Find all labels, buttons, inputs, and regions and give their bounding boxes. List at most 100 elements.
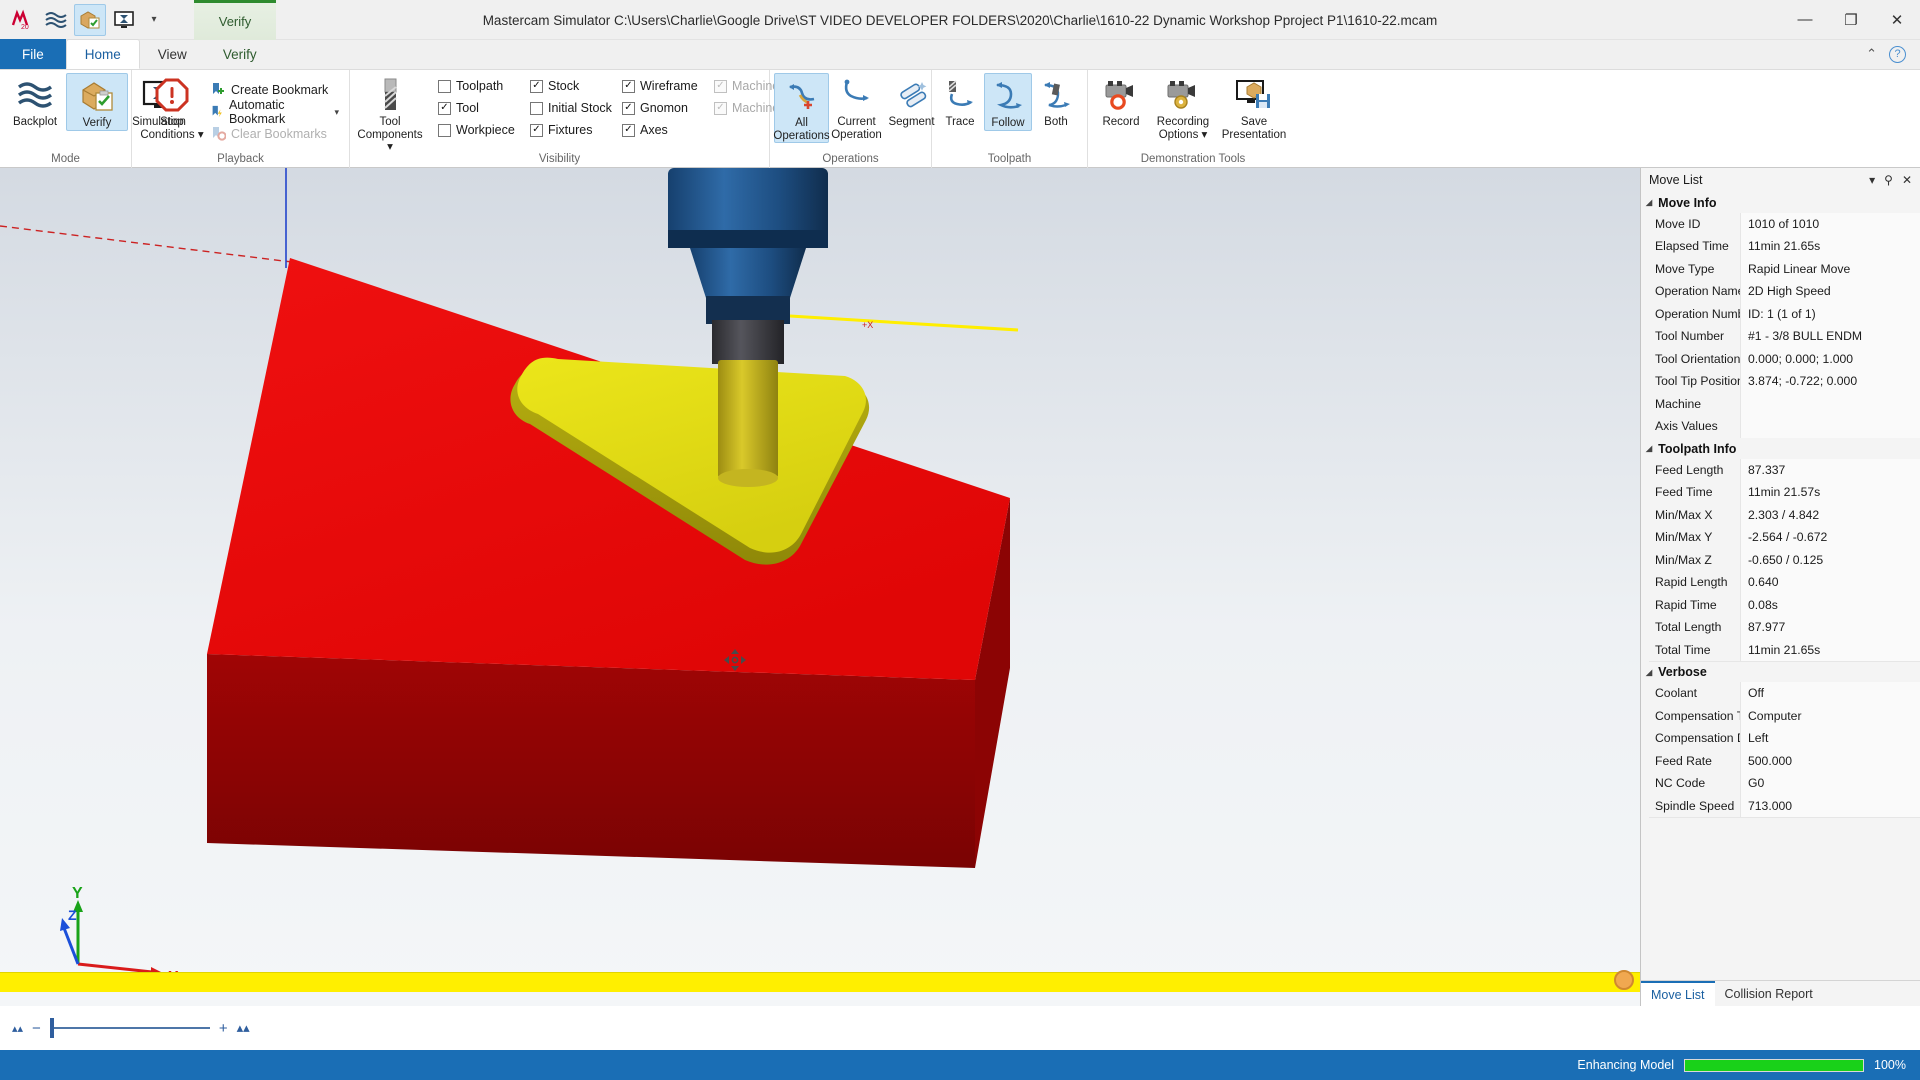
mastercam-logo-icon[interactable]: 20	[6, 4, 38, 36]
verify-button[interactable]: Verify	[66, 73, 128, 131]
table-row[interactable]: Axis Values	[1649, 415, 1920, 438]
section-collapse-icon-verbose[interactable]: ◢	[1646, 668, 1652, 677]
table-row[interactable]: Feed Time 11min 21.57s	[1649, 481, 1920, 504]
checkbox-tool-box[interactable]: ✓	[438, 101, 451, 115]
zoom-slider-track[interactable]	[49, 1018, 210, 1038]
table-row[interactable]: Rapid Length 0.640	[1649, 571, 1920, 594]
table-row[interactable]: Min/Max X 2.303 / 4.842	[1649, 503, 1920, 527]
table-row[interactable]: Operation Numb ID: 1 (1 of 1)	[1649, 302, 1920, 326]
tab-home[interactable]: Home	[65, 39, 140, 69]
checkbox-stock[interactable]: ✓ Stock	[530, 75, 622, 97]
checkbox-stock-box[interactable]: ✓	[530, 79, 543, 93]
table-row[interactable]: Operation Name 2D High Speed	[1649, 280, 1920, 303]
table-row[interactable]: Feed Length 87.337	[1649, 458, 1920, 482]
simulation-viewport[interactable]: +X Y X Z Performance	[0, 168, 1640, 1006]
simulation-timeline-bar[interactable]	[0, 972, 1640, 992]
row-value: 0.640	[1741, 571, 1920, 594]
tab-move-list[interactable]: Move List	[1641, 981, 1715, 1006]
zoom-increase-button[interactable]: +	[219, 1020, 228, 1037]
checkbox-wireframe-box[interactable]: ✓	[622, 79, 635, 93]
zoom-out-small-icon[interactable]: ▴▴	[12, 1022, 23, 1035]
stop-conditions-button[interactable]: Stop Conditions ▾	[136, 73, 208, 141]
table-row[interactable]: Tool Number #1 - 3/8 BULL ENDM	[1649, 325, 1920, 348]
automatic-bookmark-button[interactable]: Automatic Bookmark ▾	[208, 98, 345, 126]
checkbox-workpiece-box[interactable]	[438, 123, 451, 137]
both-button[interactable]: Both	[1032, 73, 1080, 129]
minimize-button[interactable]: —	[1782, 0, 1828, 40]
zoom-slider-group[interactable]: ▴▴ − + ▴▴	[0, 1018, 250, 1038]
collapse-ribbon-icon[interactable]: ⌃	[1866, 46, 1877, 62]
section-header-move-info[interactable]: ◢ Move Info	[1641, 192, 1920, 213]
table-row[interactable]: Rapid Time 0.08s	[1649, 593, 1920, 617]
trace-button[interactable]: Trace	[936, 73, 984, 129]
maximize-button[interactable]: ❐	[1828, 0, 1874, 40]
table-row[interactable]: Compensation Ty Computer	[1649, 704, 1920, 728]
checkbox-tool[interactable]: ✓ Tool	[438, 97, 530, 119]
segment-label: Segment	[888, 116, 935, 128]
section-collapse-icon-move-info[interactable]: ◢	[1646, 198, 1652, 207]
table-row[interactable]: Compensation D Left	[1649, 727, 1920, 750]
panel-menu-icon[interactable]: ▾	[1869, 173, 1875, 187]
close-button[interactable]: ✕	[1874, 0, 1920, 40]
automatic-bookmark-dropdown-icon[interactable]: ▾	[334, 107, 339, 118]
table-row[interactable]: Move ID 1010 of 1010	[1649, 212, 1920, 236]
table-row[interactable]: Coolant Off	[1649, 682, 1920, 705]
table-row[interactable]: Spindle Speed 713.000	[1649, 794, 1920, 818]
table-row[interactable]: Min/Max Y -2.564 / -0.672	[1649, 526, 1920, 549]
checkbox-axes-box[interactable]: ✓	[622, 123, 635, 137]
table-row[interactable]: Feed Rate 500.000	[1649, 749, 1920, 773]
checkbox-gnomon-box[interactable]: ✓	[622, 101, 635, 115]
all-operations-button[interactable]: All Operations	[773, 73, 830, 143]
table-row[interactable]: Total Time 11min 21.65s	[1649, 638, 1920, 662]
checkbox-axes[interactable]: ✓ Axes	[622, 119, 714, 141]
table-row[interactable]: Tool Tip Position 3.874; -0.722; 0.000	[1649, 370, 1920, 393]
current-operation-icon	[839, 77, 875, 113]
table-row[interactable]: Machine	[1649, 392, 1920, 416]
section-header-toolpath-info[interactable]: ◢ Toolpath Info	[1641, 438, 1920, 459]
verify-icon[interactable]	[74, 3, 106, 36]
table-row[interactable]: Elapsed Time 11min 21.65s	[1649, 235, 1920, 258]
checkbox-gnomon[interactable]: ✓ Gnomon	[622, 97, 714, 119]
table-row[interactable]: Min/Max Z -0.650 / 0.125	[1649, 548, 1920, 572]
table-row[interactable]: Total Length 87.977	[1649, 616, 1920, 639]
zoom-decrease-button[interactable]: −	[32, 1020, 41, 1037]
move-list-content[interactable]: ◢ Move Info Move ID 1010 of 1010 Elapsed …	[1641, 192, 1920, 980]
checkbox-initial-stock[interactable]: Initial Stock	[530, 97, 622, 119]
help-icon[interactable]: ?	[1889, 45, 1906, 63]
section-collapse-icon-toolpath-info[interactable]: ◢	[1646, 444, 1652, 453]
backplot-icon[interactable]	[40, 4, 72, 36]
simulation-icon[interactable]	[108, 4, 140, 36]
stock-front-face	[207, 654, 975, 868]
tab-collision-report[interactable]: Collision Report	[1715, 981, 1823, 1006]
follow-button[interactable]: Follow	[984, 73, 1032, 131]
tab-verify[interactable]: Verify	[205, 39, 275, 69]
checkbox-workpiece[interactable]: Workpiece	[438, 119, 530, 141]
checkbox-fixtures[interactable]: ✓ Fixtures	[530, 119, 622, 141]
panel-close-icon[interactable]: ✕	[1902, 173, 1912, 187]
simulation-timeline-handle[interactable]	[1614, 970, 1634, 990]
backplot-button[interactable]: Backplot	[4, 73, 66, 129]
customize-qat-icon[interactable]: ▾	[142, 4, 166, 36]
segment-button[interactable]: Segment	[884, 73, 939, 129]
record-button[interactable]: Record	[1092, 73, 1150, 129]
create-bookmark-icon	[213, 83, 224, 94]
checkbox-wireframe[interactable]: ✓ Wireframe	[622, 75, 714, 97]
panel-pin-icon[interactable]: ⚲	[1884, 173, 1893, 187]
table-row[interactable]: Tool Orientation 0.000; 0.000; 1.000	[1649, 347, 1920, 371]
current-operation-button[interactable]: Current Operation	[829, 73, 884, 141]
tab-view[interactable]: View	[140, 39, 205, 69]
table-row[interactable]: Move Type Rapid Linear Move	[1649, 257, 1920, 281]
tab-file[interactable]: File	[0, 39, 66, 69]
tool-components-button[interactable]: Tool Components ▾	[354, 73, 426, 154]
checkbox-initial-stock-box[interactable]	[530, 101, 543, 115]
current-operation-label-line1: Current	[837, 116, 876, 128]
checkbox-fixtures-box[interactable]: ✓	[530, 123, 543, 137]
recording-options-button[interactable]: Recording Options ▾	[1150, 73, 1216, 141]
zoom-slider-knob[interactable]	[49, 1018, 54, 1038]
section-header-verbose[interactable]: ◢ Verbose	[1641, 661, 1920, 683]
save-presentation-button[interactable]: Save Presentation	[1216, 73, 1292, 141]
checkbox-toolpath-box[interactable]	[438, 79, 451, 93]
zoom-in-large-icon[interactable]: ▴▴	[237, 1020, 250, 1036]
table-row[interactable]: NC Code G0	[1649, 772, 1920, 795]
checkbox-toolpath[interactable]: Toolpath	[438, 75, 530, 97]
